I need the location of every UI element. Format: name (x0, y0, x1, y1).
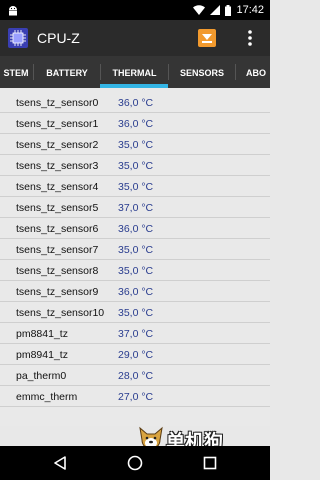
status-time: 17:42 (236, 4, 264, 16)
list-item: pm8941_tz 29,0 °C (0, 345, 270, 365)
sensor-value: 35,0 °C (118, 244, 154, 256)
sensor-label: tsens_tz_sensor0 (16, 97, 99, 109)
sensor-label: tsens_tz_sensor7 (16, 244, 99, 256)
sensor-value: 37,0 °C (118, 328, 154, 340)
list-item: tsens_tz_sensor3 35,0 °C (0, 156, 270, 176)
home-icon[interactable] (127, 455, 143, 471)
sensor-label: tsens_tz_sensor9 (16, 286, 99, 298)
overflow-menu-icon[interactable] (240, 28, 260, 48)
tab-battery[interactable]: BATTERY (34, 56, 100, 88)
list-item: pa_therm0 28,0 °C (0, 366, 270, 386)
sensor-value: 36,0 °C (118, 97, 154, 109)
list-item: emmc_therm 27,0 °C (0, 387, 270, 407)
sensor-value: 35,0 °C (118, 160, 154, 172)
sensor-value: 29,0 °C (118, 349, 154, 361)
tab-about[interactable]: ABO (246, 56, 270, 88)
sensor-value: 37,0 °C (118, 202, 154, 214)
list-item: tsens_tz_sensor6 36,0 °C (0, 219, 270, 239)
sensor-value: 35,0 °C (118, 265, 154, 277)
thermal-list[interactable]: tsens_tz_sensor0 36,0 °C tsens_tz_sensor… (0, 88, 270, 426)
app-bar: CPU-Z (0, 20, 270, 56)
list-item: pm8841_tz 37,0 °C (0, 324, 270, 344)
sensor-label: tsens_tz_sensor8 (16, 265, 99, 277)
sensor-value: 35,0 °C (118, 181, 154, 193)
sensor-label: tsens_tz_sensor6 (16, 223, 99, 235)
sensor-label: tsens_tz_sensor1 (16, 118, 99, 130)
sensor-value: 27,0 °C (118, 391, 154, 403)
sensor-label: pm8841_tz (16, 328, 68, 340)
back-icon[interactable] (53, 456, 67, 470)
list-item: tsens_tz_sensor9 36,0 °C (0, 282, 270, 302)
list-item: tsens_tz_sensor4 35,0 °C (0, 177, 270, 197)
list-item: tsens_tz_sensor2 35,0 °C (0, 135, 270, 155)
sensor-label: tsens_tz_sensor2 (16, 139, 99, 151)
app-title: CPU-Z (37, 30, 80, 46)
cpu-chip-icon (8, 28, 28, 48)
sensor-value: 28,0 °C (118, 370, 154, 382)
battery-icon (225, 4, 232, 16)
sensor-label: tsens_tz_sensor10 (16, 307, 105, 319)
sensor-label: tsens_tz_sensor5 (16, 202, 99, 214)
list-item: tsens_tz_sensor0 36,0 °C (0, 93, 270, 113)
status-bar: 17:42 (0, 0, 270, 20)
tab-system[interactable]: STEM (0, 56, 32, 88)
list-item: tsens_tz_sensor8 35,0 °C (0, 261, 270, 281)
android-icon (9, 6, 17, 16)
sensor-label: pa_therm0 (16, 370, 67, 382)
navigation-bar (0, 446, 270, 480)
sensor-value: 35,0 °C (118, 307, 154, 319)
wifi-icon (193, 5, 206, 15)
tab-sensors[interactable]: SENSORS (169, 56, 235, 88)
recents-icon[interactable] (203, 456, 217, 470)
list-item: tsens_tz_sensor1 36,0 °C (0, 114, 270, 134)
sensor-value: 36,0 °C (118, 118, 154, 130)
sensor-value: 35,0 °C (118, 139, 154, 151)
sensor-value: 36,0 °C (118, 286, 154, 298)
sensor-label: tsens_tz_sensor4 (16, 181, 99, 193)
list-item: tsens_tz_sensor5 37,0 °C (0, 198, 270, 218)
sensor-label: emmc_therm (16, 391, 78, 403)
signal-icon (210, 5, 221, 15)
tab-bar: STEM BATTERY THERMAL SENSORS ABO (0, 56, 270, 88)
sensor-label: pm8941_tz (16, 349, 68, 361)
list-item: tsens_tz_sensor7 35,0 °C (0, 240, 270, 260)
tab-divider (235, 64, 236, 80)
save-report-icon[interactable] (197, 28, 217, 48)
sensor-label: tsens_tz_sensor3 (16, 160, 99, 172)
sensor-value: 36,0 °C (118, 223, 154, 235)
list-item: tsens_tz_sensor10 35,0 °C (0, 303, 270, 323)
